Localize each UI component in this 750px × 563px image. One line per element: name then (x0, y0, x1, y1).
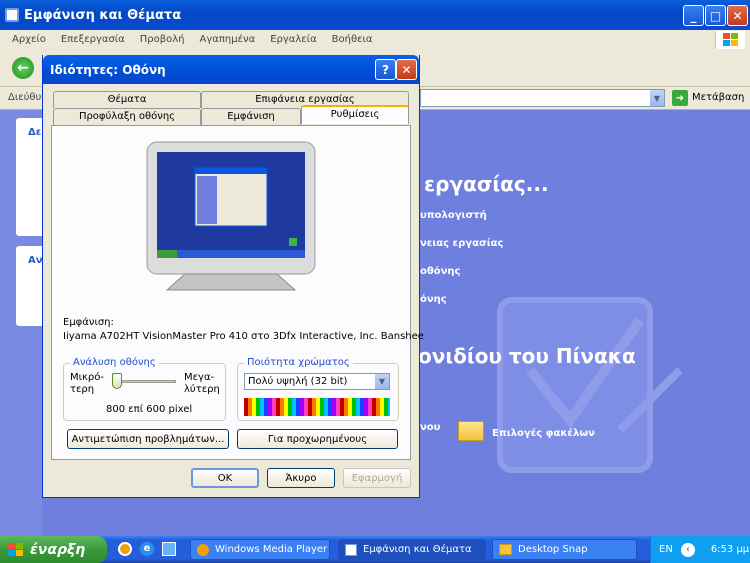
resolution-value: 800 επί 600 pixel (106, 404, 193, 415)
start-button[interactable]: έναρξη (0, 536, 107, 563)
link-computer[interactable]: υπολογιστή (420, 210, 487, 221)
resolution-slider-thumb[interactable] (112, 373, 122, 389)
address-input[interactable] (420, 89, 665, 107)
color-quality-select[interactable]: Πολύ υψηλή (32 bit) ▼ (244, 373, 390, 390)
taskbar: έναρξη e Windows Media Player Εμφάνιση κ… (0, 536, 750, 563)
go-arrow-icon[interactable]: ➜ (672, 90, 688, 106)
go-button[interactable]: Μετάβαση (692, 92, 744, 103)
dialog-title: Ιδιότητες: Οθόνη (50, 62, 166, 77)
menu-view[interactable]: Προβολή (140, 34, 185, 45)
ok-button[interactable]: OK (191, 468, 259, 488)
troubleshoot-button[interactable]: Αντιμετώπιση προβλημάτων... (67, 429, 229, 449)
internet-explorer-icon[interactable]: e (140, 542, 154, 556)
control-panel-task-icon (345, 543, 357, 556)
menu-favorites[interactable]: Αγαπημένα (200, 34, 256, 45)
menu-bar: Αρχείο Επεξεργασία Προβολή Αγαπημένα Εργ… (0, 30, 750, 49)
link-taskbar[interactable]: νου (420, 422, 440, 433)
dialog-close-button[interactable]: ✕ (396, 59, 417, 80)
resolution-less-label: Μικρό- τερη (70, 372, 104, 395)
windows-logo-icon (715, 31, 745, 49)
watermark-icon (497, 297, 683, 473)
clock[interactable]: 6:53 μμ (711, 544, 749, 555)
left-panel-title-1: Δε (28, 127, 42, 138)
menu-file[interactable]: Αρχείο (12, 34, 46, 45)
task-media-player[interactable]: Windows Media Player (190, 539, 330, 560)
help-button[interactable]: ? (375, 59, 396, 80)
link-screensaver[interactable]: όνης (420, 294, 447, 305)
menu-edit[interactable]: Επεξεργασία (61, 34, 125, 45)
language-indicator[interactable]: EN (659, 544, 673, 555)
address-dropdown-icon[interactable]: ▼ (650, 90, 664, 106)
display-label: Εμφάνιση: (63, 317, 114, 328)
display-device: Iiyama A702HT VisionMaster Pro 410 στο 3… (63, 331, 424, 342)
tray-chevron-icon[interactable]: ‹ (680, 542, 695, 557)
display-properties-dialog: Ιδιότητες: Οθόνη ? ✕ Θέματα Επιφάνεια ερ… (42, 55, 424, 498)
folder-task-icon (499, 544, 512, 555)
start-label: έναρξη (30, 541, 86, 558)
task-desktop-snap[interactable]: Desktop Snap (492, 539, 637, 560)
dialog-title-bar[interactable]: Ιδιότητες: Οθόνη (43, 55, 419, 84)
control-panel-heading: ονιδίου του Πίνακα (418, 344, 636, 368)
resolution-group-label: Ανάλυση οθόνης (70, 357, 159, 368)
link-folder-options[interactable]: Επιλογές φακέλων (492, 428, 595, 439)
cancel-button[interactable]: Άκυρο (267, 468, 335, 488)
apply-button[interactable]: Εφαρμογή (343, 468, 411, 488)
window-title: Εμφάνιση και Θέματα (24, 7, 182, 23)
color-spectrum-bar (244, 398, 390, 416)
folder-icon (458, 421, 484, 441)
menu-tools[interactable]: Εργαλεία (270, 34, 316, 45)
show-desktop-icon[interactable] (162, 542, 176, 556)
link-display[interactable]: οθόνης (420, 266, 460, 277)
media-player-quicklaunch-icon[interactable] (118, 542, 132, 556)
advanced-button[interactable]: Για προχωρημένους (237, 429, 398, 449)
menu-help[interactable]: Βοήθεια (332, 34, 373, 45)
back-icon[interactable]: ← (12, 57, 34, 79)
tab-settings[interactable]: Ρυθμίσεις (301, 105, 409, 124)
tab-appearance[interactable]: Εμφάνιση (201, 108, 301, 125)
task-appearance-themes[interactable]: Εμφάνιση και Θέματα (338, 539, 486, 560)
resolution-group: Ανάλυση οθόνης Μικρό- τερη Μεγα- λύτερη … (63, 357, 226, 421)
color-quality-group: Ποιότητα χρώματος Πολύ υψηλή (32 bit) ▼ (237, 357, 399, 421)
windows-flag-icon (8, 542, 23, 556)
control-panel-icon (5, 8, 19, 22)
left-panel-title-2: Αν (28, 255, 43, 266)
category-heading: εργασίας... (424, 172, 549, 196)
monitor-icon (146, 141, 316, 291)
media-player-icon (197, 543, 209, 556)
minimize-button[interactable]: _ (683, 5, 704, 26)
color-quality-value: Πολύ υψηλή (32 bit) (248, 376, 348, 387)
color-group-label: Ποιότητα χρώματος (244, 357, 353, 368)
close-button[interactable]: ✕ (727, 5, 748, 26)
window-title-bar[interactable]: Εμφάνιση και Θέματα (0, 0, 750, 30)
system-tray: EN ‹ 6:53 μμ (650, 536, 750, 563)
link-desktop[interactable]: νειας εργασίας (420, 238, 503, 249)
tab-themes[interactable]: Θέματα (53, 91, 201, 108)
maximize-button[interactable]: □ (705, 5, 726, 26)
resolution-more-label: Μεγα- λύτερη (184, 372, 220, 395)
tab-screensaver[interactable]: Προφύλαξη οθόνης (53, 108, 201, 125)
chevron-down-icon[interactable]: ▼ (375, 374, 389, 389)
